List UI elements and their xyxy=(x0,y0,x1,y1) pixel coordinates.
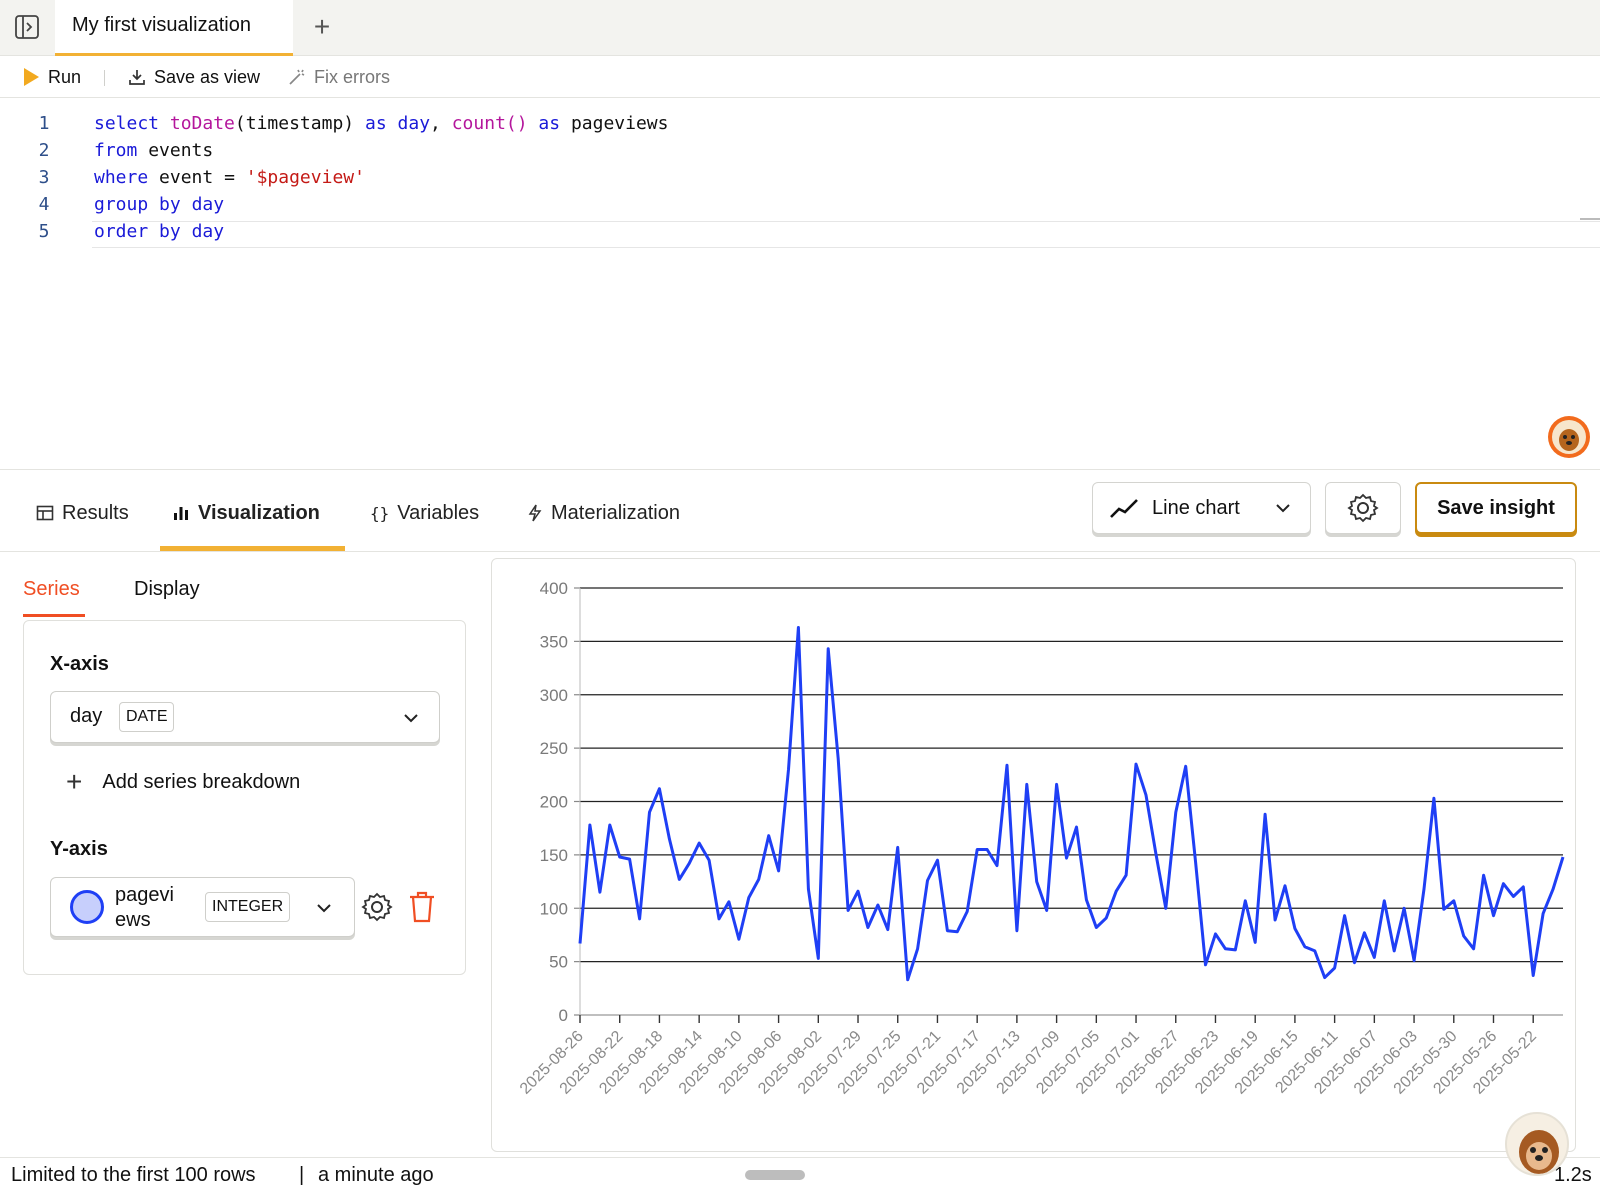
x-axis-label: X-axis xyxy=(50,653,109,675)
plus-icon: + xyxy=(66,766,83,797)
y-tick-label: 50 xyxy=(549,953,568,972)
toolbar-divider xyxy=(104,70,105,86)
y-field-name: pagevi ews xyxy=(115,884,174,931)
table-icon xyxy=(36,505,54,521)
hedgehog-assistant-icon[interactable] xyxy=(1546,414,1592,460)
series-line[interactable] xyxy=(578,626,1565,982)
bar-chart-icon xyxy=(174,507,188,520)
download-icon xyxy=(129,70,145,85)
trash-icon[interactable] xyxy=(407,891,437,923)
subtab-series[interactable]: Series xyxy=(23,578,80,601)
lightning-icon xyxy=(528,504,542,522)
save-as-view-button[interactable]: Save as view xyxy=(128,65,260,89)
row-limit-text: Limited to the first 100 rows xyxy=(11,1164,256,1186)
subtab-display[interactable]: Display xyxy=(134,578,200,601)
y-tick-label: 150 xyxy=(540,846,568,865)
chevron-down-icon xyxy=(1276,504,1290,513)
fix-errors-button[interactable]: Fix errors xyxy=(288,65,390,89)
chart-settings-button[interactable] xyxy=(1325,482,1401,534)
tab-bar: My first visualization + xyxy=(0,0,1600,56)
sidebar-toggle-icon[interactable] xyxy=(14,14,40,40)
subtab-underline xyxy=(23,614,85,617)
y-tick-label: 0 xyxy=(559,1006,568,1025)
tab-variables[interactable]: {} Variables xyxy=(370,498,479,528)
query-duration: 1.2s xyxy=(1554,1164,1592,1186)
series-settings-gear-icon[interactable] xyxy=(361,891,393,923)
line-chart-icon xyxy=(1110,499,1138,518)
tab-my-first-visualization[interactable]: My first visualization xyxy=(55,0,293,56)
avatar[interactable] xyxy=(1505,1112,1569,1176)
y-tick-label: 250 xyxy=(540,739,568,758)
series-color-swatch[interactable] xyxy=(70,890,104,924)
chart-container: 0 50 100 150 200 250 300 350 400 2025-08-26 2025-0… xyxy=(491,558,1576,1152)
save-insight-button[interactable]: Save insight xyxy=(1415,482,1577,534)
line-chart[interactable]: 0501001502002503003504002025-08-262025-0… xyxy=(492,559,1577,1153)
run-button[interactable]: Run xyxy=(22,65,81,89)
chevron-down-icon xyxy=(317,904,331,913)
y-tick-label: 350 xyxy=(540,632,568,651)
y-axis-select[interactable]: pagevi ews INTEGER xyxy=(50,877,355,937)
y-tick-label: 200 xyxy=(540,793,568,812)
gear-icon xyxy=(1347,493,1379,523)
new-tab-button[interactable]: + xyxy=(308,12,336,42)
tab-materialization[interactable]: Materialization xyxy=(527,498,680,528)
code-line: 3 where event = '$pageview' xyxy=(38,167,365,188)
type-badge: INTEGER xyxy=(205,892,291,922)
tab-label: My first visualization xyxy=(72,14,251,36)
magic-wand-icon xyxy=(289,69,305,85)
tab-results[interactable]: Results xyxy=(36,498,129,528)
code-line: 2 from events xyxy=(38,140,214,161)
sql-editor[interactable]: 1 select toDate(timestamp) as day, count… xyxy=(0,98,1600,470)
code-line: 5 order by day xyxy=(38,221,225,242)
code-line: 1 select toDate(timestamp) as day, count… xyxy=(38,113,669,134)
type-badge: DATE xyxy=(119,702,175,732)
play-icon xyxy=(24,68,39,86)
y-tick-label: 100 xyxy=(540,899,568,918)
chevron-down-icon xyxy=(404,714,418,723)
code-line: 4 group by day xyxy=(38,194,225,215)
resize-handle[interactable] xyxy=(745,1170,805,1180)
query-toolbar: Run Save as view Fix errors xyxy=(0,56,1600,98)
tab-visualization[interactable]: Visualization xyxy=(172,498,320,528)
y-tick-label: 300 xyxy=(540,686,568,705)
chart-type-select[interactable]: Line chart xyxy=(1092,482,1311,534)
x-axis-select[interactable]: day DATE xyxy=(50,691,440,743)
y-tick-label: 400 xyxy=(540,579,568,598)
add-series-breakdown-button[interactable]: + Add series breakdown xyxy=(66,767,300,797)
editor-scroll-marker xyxy=(1580,218,1600,220)
active-tab-indicator xyxy=(160,546,345,551)
last-run-time: a minute ago xyxy=(318,1164,434,1186)
status-separator: | xyxy=(299,1164,305,1186)
braces-icon: {} xyxy=(370,503,390,523)
series-config-card: X-axis day DATE + Add series breakdown Y… xyxy=(23,620,466,975)
y-axis-label: Y-axis xyxy=(50,838,108,860)
